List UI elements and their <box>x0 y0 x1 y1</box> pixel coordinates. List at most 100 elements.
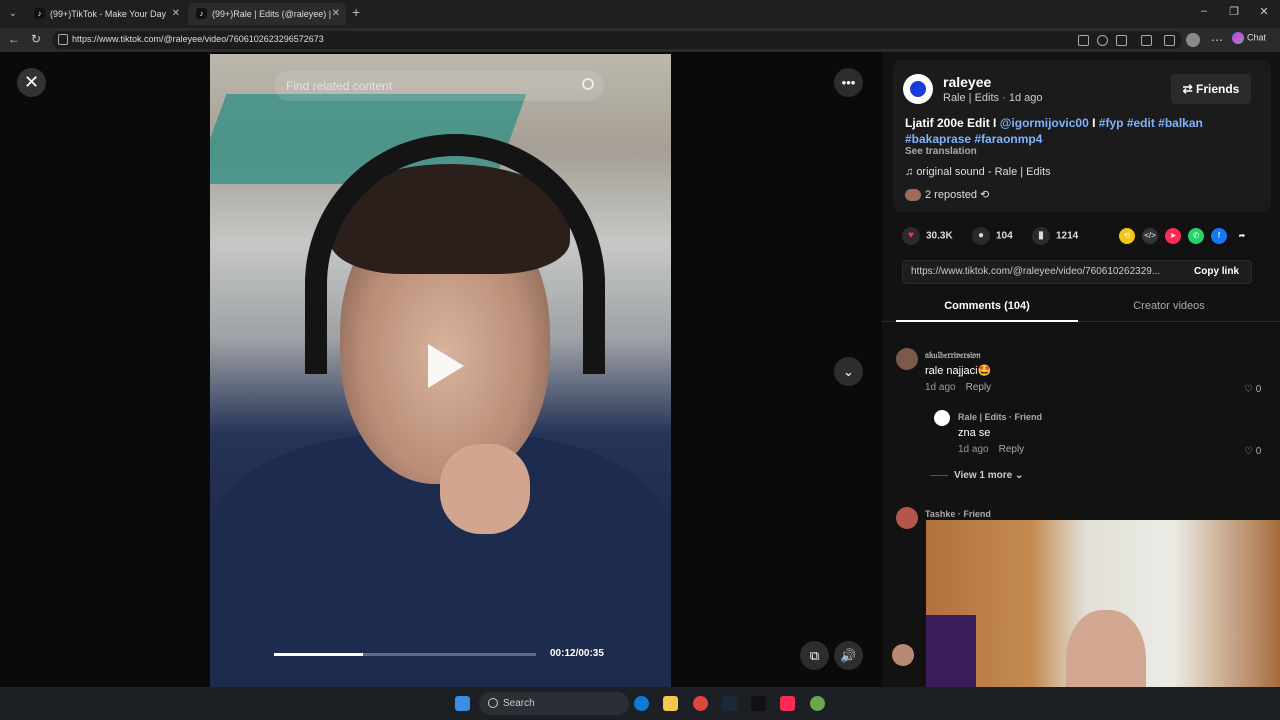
panel-tabs: Comments (104) Creator videos <box>882 292 1280 322</box>
commenter-avatar[interactable] <box>896 507 918 529</box>
more-menu-icon[interactable]: ⋯ <box>1211 33 1223 47</box>
favorites-icon[interactable] <box>1164 35 1175 46</box>
comment-author[interactable]: Tashke · Friend <box>925 509 991 519</box>
author-username[interactable]: raleyee <box>943 74 991 90</box>
chevron-down-icon: ⌄ <box>1014 470 1024 481</box>
play-icon[interactable] <box>428 344 464 388</box>
restore-icon[interactable]: ❐ <box>1224 5 1244 18</box>
facebook-icon[interactable]: f <box>1211 228 1227 244</box>
reply-text: zna se <box>958 427 991 439</box>
repost-share-icon[interactable]: ⟲ <box>1119 228 1135 244</box>
friends-button[interactable]: ⇄ Friends <box>1171 74 1251 104</box>
comment-button[interactable]: ● 104 <box>972 227 1013 246</box>
tiktok-app-icon[interactable] <box>780 696 795 711</box>
like-button[interactable]: ♥ 30.3K <box>902 227 953 246</box>
chrome-icon[interactable] <box>693 696 708 711</box>
favorite-star-icon[interactable] <box>1116 35 1127 46</box>
tab-list-chevron-icon[interactable]: ⌄ <box>4 5 22 23</box>
edge-icon[interactable] <box>634 696 649 711</box>
reply-like-count: 0 <box>1255 446 1262 457</box>
search-placeholder: Find related content <box>286 79 393 93</box>
hashtag[interactable]: #bakaprase <box>905 132 971 146</box>
sound-link[interactable]: ♫ original sound - Rale | Edits <box>905 166 1051 178</box>
tab-comments[interactable]: Comments (104) <box>896 300 1078 312</box>
whatsapp-icon[interactable]: ✆ <box>1188 228 1204 244</box>
address-bar: ← ↻ https://www.tiktok.com/@raleyee/vide… <box>0 28 1280 52</box>
commenter-avatar[interactable] <box>896 585 918 607</box>
heart-icon: ♥ <box>902 227 920 245</box>
find-related-search[interactable]: Find related content <box>274 71 604 101</box>
hashtag[interactable]: #faraonmp4 <box>974 132 1042 146</box>
more-share-arrow-icon[interactable]: ➦ <box>1234 228 1250 244</box>
reply-button[interactable]: Reply <box>966 382 992 393</box>
reply-button[interactable]: Reply <box>999 444 1025 455</box>
floating-player-icon[interactable]: ⧉ <box>800 641 829 670</box>
next-video-chevron-down-icon[interactable]: ⌄ <box>834 357 863 386</box>
post-info-card: raleyee Rale | Edits · 1d ago ⇄ Friends … <box>893 60 1271 212</box>
share-url: https://www.tiktok.com/@raleyee/video/76… <box>911 266 1161 277</box>
search-icon[interactable] <box>582 78 594 90</box>
see-translation-link[interactable]: See translation <box>905 146 977 157</box>
more-options-icon[interactable]: ••• <box>834 68 863 97</box>
site-info-icon[interactable] <box>58 34 68 45</box>
copilot-chat-button[interactable]: Chat <box>1232 32 1266 44</box>
save-count: 1214 <box>1056 230 1079 242</box>
embed-icon[interactable]: </> <box>1142 228 1158 244</box>
send-to-friends-icon[interactable]: ➤ <box>1165 228 1181 244</box>
video-progress-bar[interactable] <box>274 653 536 656</box>
app-icon[interactable] <box>751 696 766 711</box>
windows-start-icon[interactable] <box>455 696 470 711</box>
reload-icon[interactable]: ↻ <box>31 32 41 46</box>
commenter-avatar[interactable] <box>896 348 918 370</box>
music-note-icon: ♫ <box>905 166 914 178</box>
close-video-button[interactable]: ✕ <box>17 68 46 97</box>
minimize-icon[interactable]: – <box>1194 5 1214 17</box>
author-avatar[interactable] <box>903 74 933 104</box>
comment-text: rale najjaci🤩 <box>925 365 992 377</box>
tab-close-icon[interactable]: ✕ <box>172 3 180 25</box>
hashtag[interactable]: #edit <box>1127 116 1155 130</box>
volume-icon[interactable]: 🔊 <box>834 641 863 670</box>
profile-avatar[interactable] <box>1186 33 1200 47</box>
apps-icon[interactable] <box>1078 35 1089 46</box>
commenter-avatar[interactable] <box>892 644 914 666</box>
heart-outline-icon: ♡ <box>1244 446 1253 457</box>
file-explorer-icon[interactable] <box>663 696 678 711</box>
caption-text: Ljatif 200e Edit I <box>905 116 1000 130</box>
tiktok-favicon-icon: ♪ <box>34 8 45 19</box>
reposted-info[interactable]: 2 reposted ⟲ <box>905 188 989 202</box>
hashtag[interactable]: #fyp <box>1099 116 1124 130</box>
hashtag[interactable]: #balkan <box>1158 116 1203 130</box>
browser-app-icon[interactable] <box>810 696 825 711</box>
tab-close-icon[interactable]: ✕ <box>332 3 340 25</box>
save-button[interactable]: ▮ 1214 <box>1032 227 1078 246</box>
zoom-icon[interactable] <box>1097 35 1108 46</box>
browser-tab-bar: ⌄ ♪ (99+)TikTok - Make Your Day ✕ ♪ (99+… <box>0 0 1280 28</box>
like-count: 30.3K <box>926 230 953 242</box>
progress-fill <box>274 653 364 656</box>
taskbar-search[interactable]: Search <box>479 692 629 715</box>
browser-tab-tiktok[interactable]: ♪ (99+)TikTok - Make Your Day ✕ <box>26 3 186 25</box>
windows-taskbar: Search <box>0 687 1280 720</box>
back-arrow-icon[interactable]: ← <box>8 32 20 46</box>
caption-mention[interactable]: @igormijovic00 <box>1000 116 1089 130</box>
url-field[interactable]: https://www.tiktok.com/@raleyee/video/76… <box>52 31 1182 49</box>
new-tab-plus-icon[interactable]: + <box>352 4 360 20</box>
divider-line <box>930 474 948 476</box>
video-player[interactable]: Find related content <box>210 54 671 687</box>
comment-author[interactable]: 𝔞𝔨𝔲𝔩𝔟𝔢𝔯𝔯𝔦𝔳𝔢𝔯𝔰𝔦𝔬𝔫 <box>925 350 981 361</box>
steam-icon[interactable] <box>722 696 737 711</box>
browser-tab-raleyee[interactable]: ♪ (99+)Rale | Edits (@raleyee) | ✕ <box>188 3 346 25</box>
reply-author[interactable]: Rale | Edits · Friend <box>958 412 1042 422</box>
tab-title: (99+)Rale | Edits (@raleyee) | <box>212 9 332 19</box>
view-more-replies[interactable]: View 1 more ⌄ <box>930 470 1023 481</box>
tab-creator-videos[interactable]: Creator videos <box>1078 300 1260 312</box>
window-close-icon[interactable]: ✕ <box>1254 5 1274 18</box>
extensions-icon[interactable] <box>1141 35 1152 46</box>
reply-time: 1d ago <box>958 444 989 455</box>
copy-link-button[interactable]: Copy link <box>1194 266 1239 277</box>
reply-author-avatar[interactable] <box>934 410 950 426</box>
reply-like-button[interactable]: ♡ 0 <box>1244 446 1261 457</box>
copilot-icon <box>1232 32 1244 44</box>
comment-like-button[interactable]: ♡ 0 <box>1244 384 1261 395</box>
